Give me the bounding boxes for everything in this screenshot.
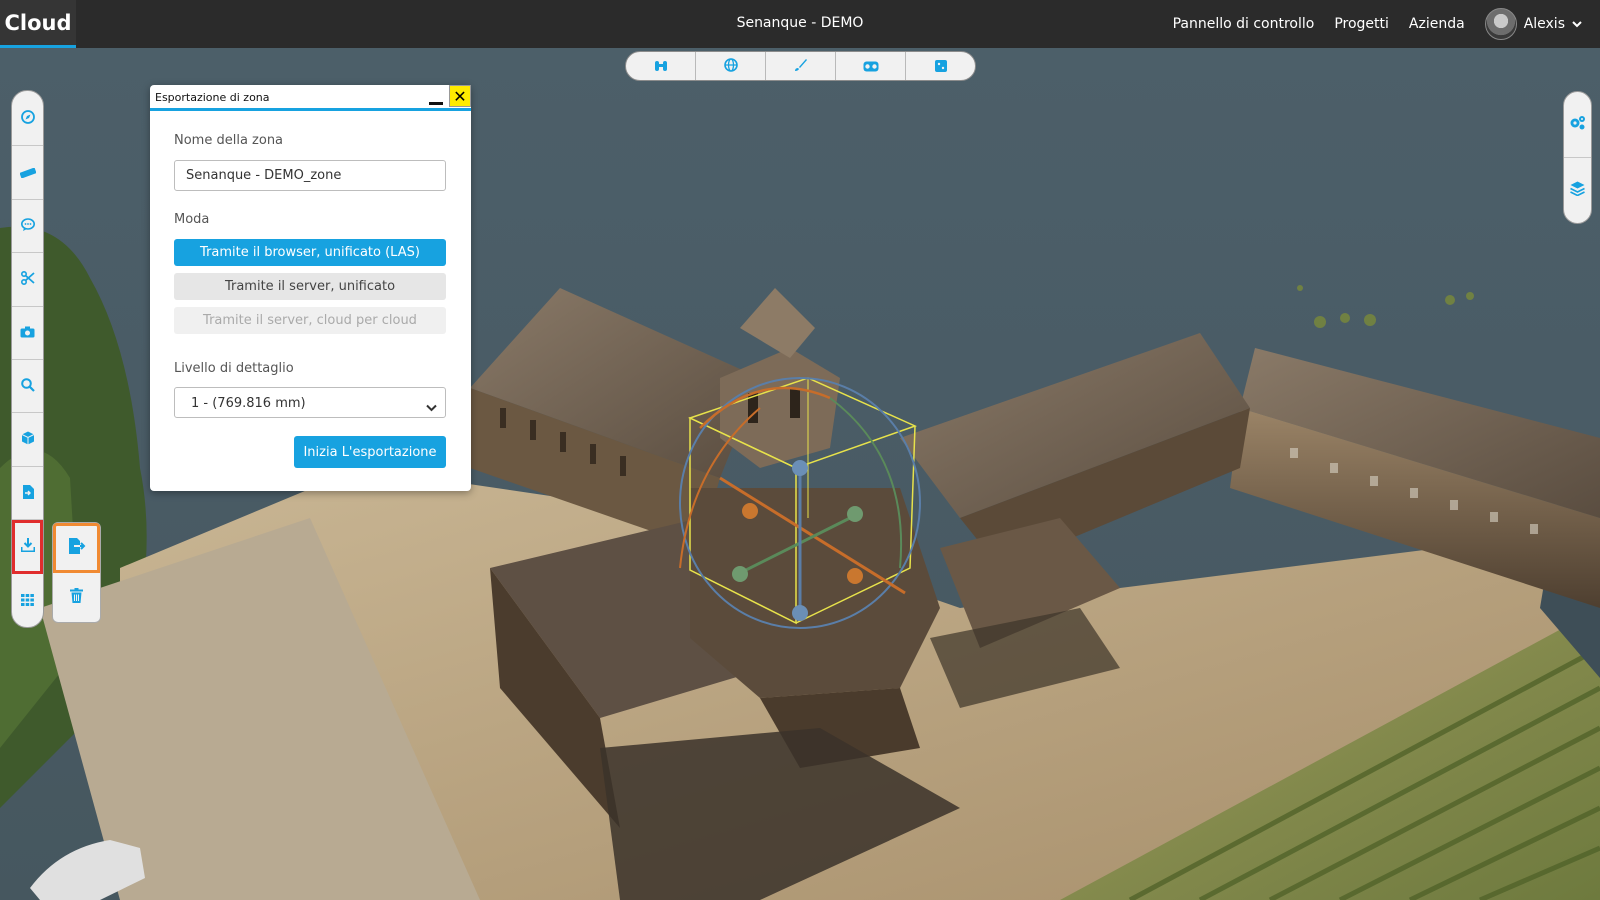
top-navbar: Cloud Senanque - DEMO Pannello di contro… bbox=[0, 0, 1600, 48]
user-name: Alexis bbox=[1523, 16, 1565, 32]
tool-screenshot[interactable] bbox=[12, 307, 43, 360]
detail-level-select[interactable]: 1 - (769.816 mm) bbox=[174, 387, 446, 418]
tool-apps[interactable] bbox=[12, 574, 43, 627]
detail-level-label: Livello di dettaglio bbox=[174, 361, 294, 376]
bell-tower bbox=[720, 348, 840, 468]
left-toolbar bbox=[11, 90, 44, 628]
minimize-button[interactable] bbox=[429, 93, 443, 105]
tool-binoculars[interactable] bbox=[626, 52, 696, 80]
brand-logo[interactable]: Cloud bbox=[0, 0, 76, 48]
right-toolbar bbox=[1563, 91, 1592, 224]
tool-delete-zone[interactable] bbox=[53, 573, 100, 622]
nav-link-projects[interactable]: Progetti bbox=[1334, 16, 1389, 32]
nav-links: Pannello di controllo Progetti Azienda A… bbox=[1173, 0, 1582, 48]
close-icon: ✕ bbox=[453, 86, 467, 106]
paintbrush-icon bbox=[794, 57, 808, 76]
tool-cube-face[interactable] bbox=[906, 52, 975, 80]
start-export-button[interactable]: Inizia L'esportazione bbox=[294, 436, 446, 468]
tool-search[interactable] bbox=[12, 360, 43, 414]
vr-headset-icon bbox=[863, 57, 879, 76]
scissors-icon bbox=[20, 270, 35, 289]
dialog-header[interactable]: Esportazione di zona ✕ bbox=[150, 85, 471, 111]
tool-globe[interactable] bbox=[696, 52, 766, 80]
tool-volume[interactable] bbox=[12, 413, 43, 467]
close-button[interactable]: ✕ bbox=[449, 85, 471, 107]
file-import-icon bbox=[22, 484, 34, 503]
tool-cut[interactable] bbox=[12, 253, 43, 307]
compass-icon bbox=[20, 109, 35, 128]
tool-measure[interactable] bbox=[12, 146, 43, 200]
chevron-down-icon bbox=[1572, 18, 1582, 31]
tool-annotations[interactable] bbox=[12, 200, 43, 254]
chevron-down-icon bbox=[426, 397, 437, 416]
comment-icon bbox=[20, 216, 35, 235]
tool-import[interactable] bbox=[12, 467, 43, 521]
cube-icon bbox=[21, 430, 35, 449]
ruler-icon bbox=[19, 163, 36, 182]
tool-navigation[interactable] bbox=[12, 91, 43, 147]
tool-zone-export[interactable] bbox=[53, 523, 100, 573]
avatar bbox=[1484, 8, 1517, 40]
mode-label: Moda bbox=[174, 212, 210, 227]
cube-face-icon bbox=[934, 57, 947, 76]
camera-icon bbox=[20, 323, 35, 342]
tool-layers[interactable] bbox=[1564, 158, 1591, 223]
zone-name-input[interactable] bbox=[174, 160, 446, 191]
trash-icon bbox=[70, 588, 83, 607]
mode-server-unified-button[interactable]: Tramite il server, unificato bbox=[174, 273, 446, 300]
settings-cogs-icon bbox=[1569, 115, 1586, 134]
download-icon bbox=[20, 537, 35, 556]
file-export-icon bbox=[68, 537, 86, 558]
nav-link-dashboard[interactable]: Pannello di controllo bbox=[1173, 16, 1315, 32]
nav-link-company[interactable]: Azienda bbox=[1409, 16, 1465, 32]
tool-paint[interactable] bbox=[766, 52, 836, 80]
zone-export-dialog: Esportazione di zona ✕ Nome della zona M… bbox=[150, 85, 471, 491]
search-icon bbox=[20, 377, 35, 396]
dialog-title: Esportazione di zona bbox=[155, 91, 270, 104]
tool-vr[interactable] bbox=[836, 52, 906, 80]
detail-level-value: 1 - (769.816 mm) bbox=[191, 396, 306, 411]
layers-icon bbox=[1570, 181, 1585, 200]
tool-export[interactable] bbox=[12, 520, 43, 574]
export-subtoolbar bbox=[52, 522, 101, 623]
mode-server-per-cloud-button: Tramite il server, cloud per cloud bbox=[174, 307, 446, 334]
binoculars-icon bbox=[654, 57, 668, 76]
user-menu[interactable]: Alexis bbox=[1484, 8, 1582, 40]
tool-settings[interactable] bbox=[1564, 92, 1591, 158]
mode-browser-unified-button[interactable]: Tramite il browser, unificato (LAS) bbox=[174, 239, 446, 266]
globe-icon bbox=[723, 57, 738, 76]
zone-name-label: Nome della zona bbox=[174, 133, 284, 148]
project-title: Senanque - DEMO bbox=[736, 15, 864, 31]
grid-icon bbox=[21, 591, 34, 610]
top-toolbar bbox=[625, 51, 976, 81]
